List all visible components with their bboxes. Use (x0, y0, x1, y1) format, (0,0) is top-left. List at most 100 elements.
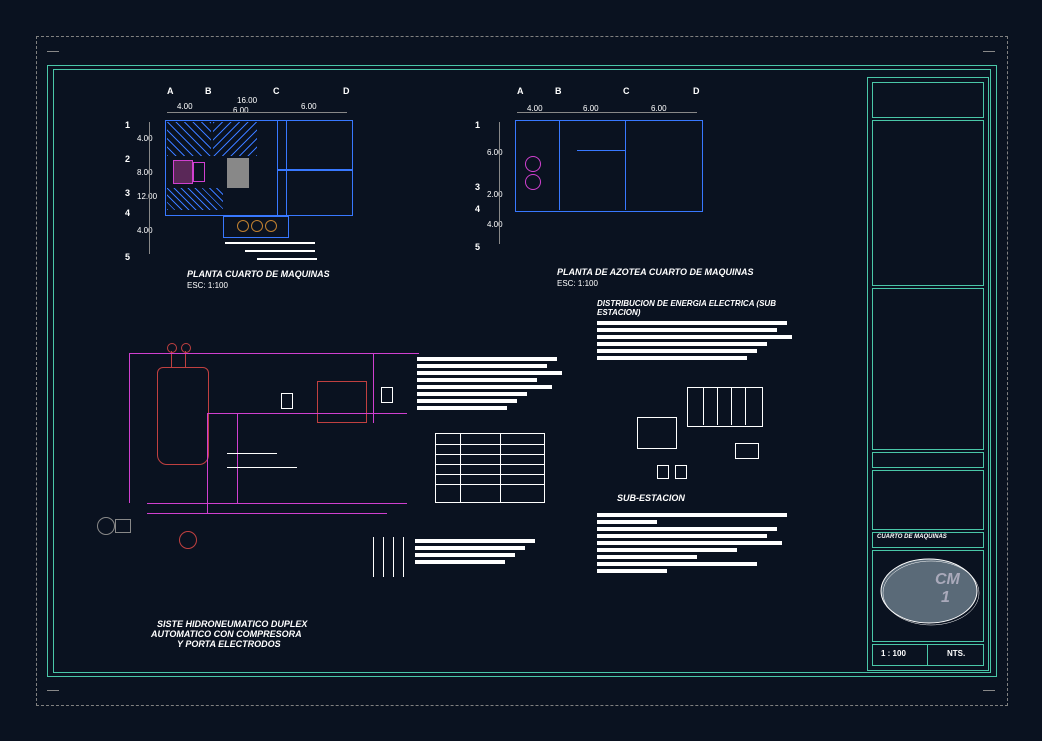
equipment-gray (227, 158, 249, 188)
tb-row (872, 470, 984, 530)
component (657, 465, 669, 479)
tb-row: CUARTO DE MAQUINAS (872, 532, 984, 548)
grid-col-label: B (205, 86, 212, 96)
corner-tick (47, 51, 59, 52)
pipe (129, 353, 419, 354)
grid-col-label: A (167, 86, 174, 96)
tb-row (872, 82, 984, 118)
grid-col-label: C (273, 86, 280, 96)
leader (227, 467, 297, 468)
panel (637, 417, 677, 449)
dimension: 4.00 (137, 226, 153, 235)
pump-icon (179, 531, 197, 549)
grid-row-label: 5 (475, 242, 480, 252)
plan-2-title: PLANTA DE AZOTEA CUARTO DE MAQUINAS (557, 267, 754, 277)
sheet-bubble-icon (873, 553, 985, 639)
dimension: 12.00 (137, 192, 157, 201)
roof-fixture (525, 156, 541, 172)
transformer (735, 443, 759, 459)
switchgear (687, 387, 763, 427)
component (675, 465, 687, 479)
dimension: 16.00 (237, 96, 257, 105)
equipment-bank (223, 216, 289, 238)
dimension: 4.00 (177, 102, 193, 111)
grid-row-label: 3 (125, 188, 130, 198)
grid-row-label: 4 (125, 208, 130, 218)
plan-1-title: PLANTA CUARTO DE MAQUINAS (187, 269, 330, 279)
schematic-title-2: AUTOMATICO CON COMPRESORA (151, 629, 302, 639)
gauge-icon (181, 343, 191, 353)
hatch-area (213, 122, 257, 156)
pressure-tank (157, 367, 209, 465)
dimension: 6.00 (233, 106, 249, 115)
schematic-title-1: SISTE HIDRONEUMATICO DUPLEX (157, 619, 307, 629)
schedule-table (435, 433, 545, 503)
corner-tick (47, 690, 59, 691)
hatch-area (167, 188, 223, 210)
grid-col-label: B (555, 86, 562, 96)
dimension: 8.00 (137, 168, 153, 177)
pipe (147, 513, 387, 514)
corner-tick (983, 51, 995, 52)
gauge-icon (167, 343, 177, 353)
tb-nts: NTS. (947, 649, 965, 658)
cad-canvas: A B C D 1 2 3 4 5 4.00 16.00 6.00 6.00 4… (0, 0, 1042, 741)
roof-outline (515, 120, 703, 212)
pipe (373, 353, 374, 423)
grid-row-label: 2 (125, 154, 130, 164)
substation-notes (597, 513, 797, 576)
hatch-area (167, 122, 211, 156)
equipment (193, 162, 205, 182)
grid-col-label: C (623, 86, 630, 96)
component (281, 393, 293, 409)
leader-line (225, 242, 315, 244)
motor-icon (115, 519, 131, 533)
substation-label: SUB-ESTACION (617, 493, 685, 503)
plan-2-scale: ESC: 1:100 (557, 279, 598, 288)
dimension: 4.00 (137, 134, 153, 143)
electrical-notes (597, 321, 797, 363)
tb-scale-row: 1 : 100 NTS. (872, 644, 984, 666)
roof-fixture (525, 174, 541, 190)
grid-col-label: D (693, 86, 700, 96)
grid-row-label: 4 (475, 204, 480, 214)
grid-col-label: A (517, 86, 524, 96)
room (277, 120, 353, 170)
plan-1-scale: ESC: 1:100 (187, 281, 228, 290)
pipe (129, 353, 130, 503)
compressor-icon (97, 517, 115, 535)
grid-col-label: D (343, 86, 350, 96)
title-block: CUARTO DE MAQUINAS CM 1 1 : 100 NTS. (867, 77, 989, 671)
dim-line (149, 122, 150, 254)
substation-diagram (617, 387, 797, 487)
drawing-sheet: A B C D 1 2 3 4 5 4.00 16.00 6.00 6.00 4… (36, 36, 1008, 706)
grid-row-label: 5 (125, 252, 130, 262)
dimension: 4.00 (487, 220, 503, 229)
dim-line (517, 112, 697, 113)
tb-project: CUARTO DE MAQUINAS (877, 534, 947, 540)
pipe (237, 413, 238, 503)
dimension: 6.00 (301, 102, 317, 111)
tb-scale: 1 : 100 (881, 649, 906, 658)
equipment (173, 160, 193, 184)
plan-2: A B C D 1 3 4 5 4.00 6.00 6.00 6.00 2.00… (477, 92, 737, 292)
tb-row (872, 120, 984, 286)
grid-row-label: 1 (125, 120, 130, 130)
corner-tick (983, 690, 995, 691)
gridline (559, 120, 560, 210)
schematic-title-3: Y PORTA ELECTRODOS (177, 639, 281, 649)
dimension: 6.00 (487, 148, 503, 157)
dimension: 2.00 (487, 190, 503, 199)
tb-row (872, 288, 984, 450)
component (381, 387, 393, 403)
dim-line (499, 122, 500, 244)
notes-block-1 (417, 357, 567, 413)
grid-row-label: 3 (475, 182, 480, 192)
detail-line (577, 150, 625, 151)
pipe (147, 503, 407, 504)
room (277, 170, 353, 216)
notes-block-2 (415, 539, 545, 567)
tb-row (872, 452, 984, 468)
grid-row-label: 1 (475, 120, 480, 130)
gridline (625, 120, 626, 210)
